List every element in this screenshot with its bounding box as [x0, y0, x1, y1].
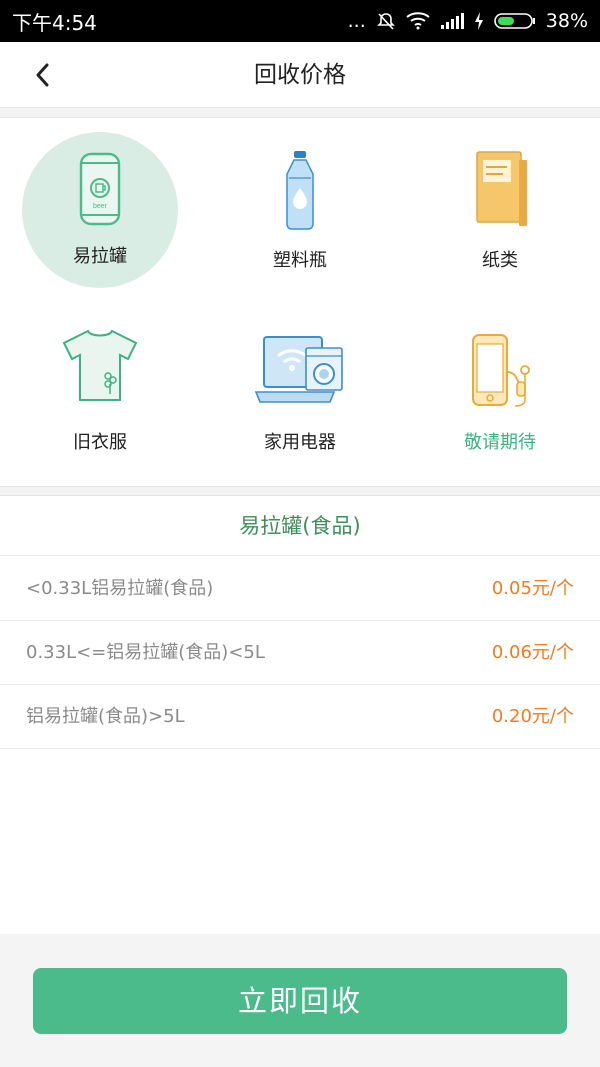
- category-appliances[interactable]: 家用电器: [200, 304, 400, 484]
- status-bar: 下午4:54 ... 38%: [0, 0, 600, 42]
- price-item-value: 0.20元/个: [491, 706, 574, 727]
- status-icons: ... 38%: [348, 10, 588, 32]
- section-divider: [0, 486, 600, 496]
- section-divider: [0, 108, 600, 118]
- status-time: 下午4:54: [12, 10, 97, 35]
- category-label: 敬请期待: [464, 432, 536, 453]
- category-label: 易拉罐: [73, 246, 127, 267]
- battery-icon: [493, 12, 536, 30]
- price-item-name: 0.33L<=铝易拉罐(食品)<5L: [26, 642, 265, 663]
- can-icon: beer: [0, 150, 200, 228]
- book-icon: [400, 150, 600, 228]
- phone-device-icon: [400, 332, 600, 410]
- charging-icon: [474, 12, 484, 30]
- category-label: 家用电器: [264, 432, 336, 453]
- category-label: 旧衣服: [73, 432, 127, 453]
- price-item-value: 0.06元/个: [491, 642, 574, 663]
- category-clothes[interactable]: 旧衣服: [0, 304, 200, 484]
- category-can[interactable]: beer 易拉罐: [0, 118, 200, 298]
- page-title: 回收价格: [254, 62, 346, 88]
- more-dots: ...: [347, 10, 366, 32]
- category-paper[interactable]: 纸类: [400, 118, 600, 298]
- category-coming-soon[interactable]: 敬请期待: [400, 304, 600, 484]
- category-label: 纸类: [482, 250, 518, 271]
- signal-icon: [440, 12, 464, 30]
- wifi-icon: [406, 12, 430, 30]
- bottle-icon: [200, 150, 400, 230]
- price-row: 0.33L<=铝易拉罐(食品)<5L 0.06元/个: [0, 621, 600, 685]
- price-item-name: 铝易拉罐(食品)>5L: [26, 706, 185, 727]
- price-row: 铝易拉罐(食品)>5L 0.20元/个: [0, 685, 600, 749]
- price-section-title: 易拉罐(食品): [0, 496, 600, 556]
- category-label: 塑料瓶: [273, 250, 327, 271]
- price-item-name: <0.33L铝易拉罐(食品): [26, 578, 214, 599]
- category-plastic-bottle[interactable]: 塑料瓶: [200, 118, 400, 298]
- battery-percent: 38%: [545, 10, 588, 32]
- price-row: <0.33L铝易拉罐(食品) 0.05元/个: [0, 557, 600, 621]
- price-item-value: 0.05元/个: [491, 578, 574, 599]
- app-header: 回收价格: [0, 42, 600, 108]
- mute-bell-icon: [376, 11, 396, 31]
- recycle-now-button[interactable]: 立即回收: [33, 968, 567, 1034]
- svg-text:beer: beer: [93, 203, 108, 210]
- appliance-icon: [200, 334, 400, 406]
- category-grid: beer 易拉罐 塑料瓶 纸类 旧衣服 家用电器 敬请期待: [0, 118, 600, 486]
- tshirt-icon: [0, 328, 200, 404]
